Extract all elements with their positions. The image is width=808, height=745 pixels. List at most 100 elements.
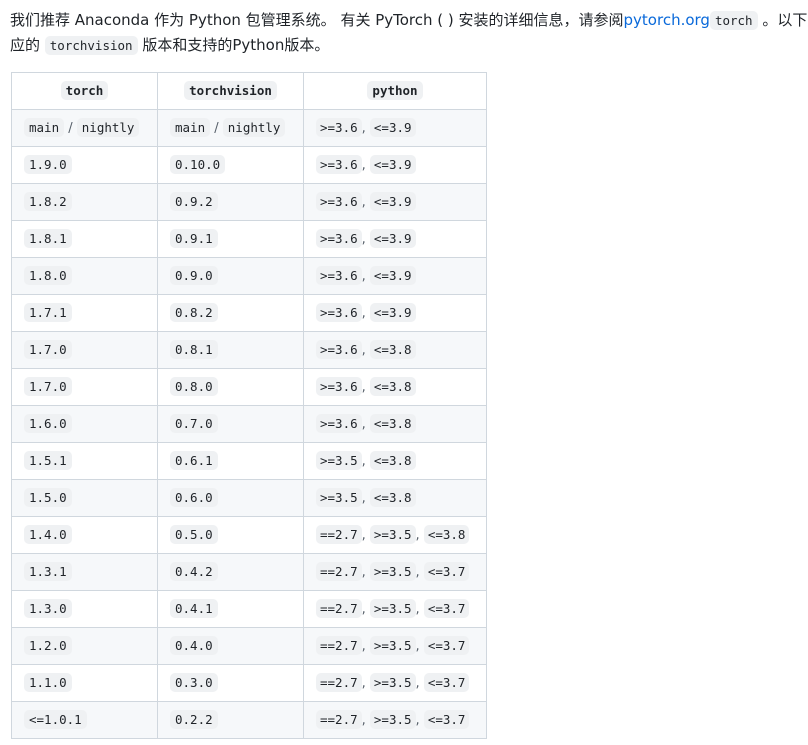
torch-cell: 1.8.1	[11, 220, 158, 258]
intro-tail: 。以下是相	[762, 11, 808, 29]
torch-value: 1.5.0	[24, 488, 72, 507]
torch-value: <=1.0.1	[24, 710, 87, 729]
python-cell: ==2.7, >=3.5, <=3.7	[303, 664, 487, 702]
python-cell: >=3.6, <=3.9	[303, 257, 487, 295]
table-row: 1.5.1 0.6.1 >=3.5, <=3.8	[11, 442, 487, 480]
python-value: <=3.9	[369, 266, 416, 285]
table-row: 1.7.0 0.8.0 >=3.6, <=3.8	[11, 368, 487, 406]
intro-text: 我们推荐 Anaconda 作为 Python 包管理系统。 有关 PyTorc…	[10, 11, 624, 29]
torchvision-value: 0.9.2	[170, 192, 218, 211]
torchvision-cell: 0.3.0	[157, 664, 304, 702]
separator: ,	[415, 528, 424, 543]
torchvision-cell: 0.6.0	[157, 479, 304, 517]
python-value: ==2.7	[316, 636, 362, 655]
torchvision-cell: 0.9.0	[157, 257, 304, 295]
torchvision-value: 0.9.0	[170, 266, 218, 285]
torchvision-value: 0.2.2	[170, 710, 218, 729]
torchvision-cell: 0.5.0	[157, 516, 304, 554]
table-row: 1.8.0 0.9.0 >=3.6, <=3.9	[11, 257, 487, 295]
python-cell: >=3.6, <=3.9	[303, 220, 487, 258]
torch-value: 1.2.0	[24, 636, 72, 655]
python-value: <=3.8	[423, 525, 470, 544]
python-value: <=3.9	[369, 192, 416, 211]
torchvision-value: 0.5.0	[170, 525, 218, 544]
python-value: <=3.9	[369, 118, 416, 137]
intro-suffix: 版本和支持的Python版本。	[137, 36, 330, 54]
table-row: 1.3.1 0.4.2 ==2.7, >=3.5, <=3.7	[11, 553, 487, 591]
separator: ,	[361, 639, 370, 654]
separator: ,	[415, 713, 424, 728]
torch-cell: 1.6.0	[11, 405, 158, 443]
table-row: 1.7.0 0.8.1 >=3.6, <=3.8	[11, 331, 487, 369]
separator: ,	[361, 269, 370, 284]
torchvision-cell: 0.4.1	[157, 590, 304, 628]
table-row: 1.1.0 0.3.0 ==2.7, >=3.5, <=3.7	[11, 664, 487, 702]
separator: /	[210, 121, 223, 136]
torchvision-cell: 0.8.0	[157, 368, 304, 406]
table-row: 1.7.1 0.8.2 >=3.6, <=3.9	[11, 294, 487, 332]
separator: ,	[361, 713, 370, 728]
intro-paragraph: 我们推荐 Anaconda 作为 Python 包管理系统。 有关 PyTorc…	[10, 8, 808, 58]
torchvision-cell: 0.6.1	[157, 442, 304, 480]
python-value: <=3.7	[423, 673, 470, 692]
separator: ,	[361, 306, 370, 321]
header-python-code: python	[367, 81, 423, 100]
torch-cell: 1.1.0	[11, 664, 158, 702]
torch-value: 1.3.0	[24, 599, 72, 618]
table-row: 1.8.1 0.9.1 >=3.6, <=3.9	[11, 220, 487, 258]
torch-cell: <=1.0.1	[11, 701, 158, 739]
python-cell: >=3.6, <=3.9	[303, 109, 487, 147]
torch-value: 1.7.1	[24, 303, 72, 322]
python-value: >=3.6	[316, 155, 362, 174]
torch-cell: 1.7.0	[11, 368, 158, 406]
torch-cell: 1.3.0	[11, 590, 158, 628]
python-value: <=3.7	[423, 636, 470, 655]
intro-prefix: 应的	[10, 36, 45, 54]
torchvision-cell: 0.9.2	[157, 183, 304, 221]
table-row: 1.8.2 0.9.2 >=3.6, <=3.9	[11, 183, 487, 221]
python-cell: >=3.6, <=3.9	[303, 183, 487, 221]
python-value: <=3.9	[369, 155, 416, 174]
separator: ,	[361, 121, 370, 136]
python-value: <=3.9	[369, 303, 416, 322]
torchvision-value: 0.4.0	[170, 636, 218, 655]
python-value: <=3.8	[369, 377, 416, 396]
python-cell: ==2.7, >=3.5, <=3.7	[303, 701, 487, 739]
torchvision-value: 0.7.0	[170, 414, 218, 433]
python-value: ==2.7	[316, 710, 362, 729]
separator: /	[64, 121, 77, 136]
python-value: >=3.5	[316, 488, 362, 507]
python-value: <=3.8	[369, 488, 416, 507]
python-value: >=3.6	[316, 229, 362, 248]
torch-cell: 1.5.0	[11, 479, 158, 517]
table-row: 1.6.0 0.7.0 >=3.6, <=3.8	[11, 405, 487, 443]
table-row: 1.2.0 0.4.0 ==2.7, >=3.5, <=3.7	[11, 627, 487, 665]
python-cell: >=3.5, <=3.8	[303, 442, 487, 480]
torch-cell: main / nightly	[11, 109, 158, 147]
python-value: >=3.6	[316, 303, 362, 322]
torchvision-cell: 0.4.2	[157, 553, 304, 591]
python-value: <=3.7	[423, 599, 470, 618]
separator: ,	[415, 602, 424, 617]
torchvision-value: 0.8.1	[170, 340, 218, 359]
pytorch-org-link[interactable]: pytorch.org	[624, 11, 710, 29]
torchvision-value: 0.9.1	[170, 229, 218, 248]
python-value: <=3.8	[369, 340, 416, 359]
separator: ,	[415, 639, 424, 654]
table-row: 1.5.0 0.6.0 >=3.5, <=3.8	[11, 479, 487, 517]
python-cell: >=3.6, <=3.9	[303, 146, 487, 184]
torch-cell: 1.7.0	[11, 331, 158, 369]
torch-value: 1.9.0	[24, 155, 72, 174]
separator: ,	[415, 676, 424, 691]
python-value: >=3.5	[369, 525, 416, 544]
separator: ,	[361, 676, 370, 691]
torchvision-cell: 0.9.1	[157, 220, 304, 258]
python-value: >=3.6	[316, 340, 362, 359]
separator: ,	[361, 232, 370, 247]
torch-cell: 1.7.1	[11, 294, 158, 332]
torchvision-value: 0.6.0	[170, 488, 218, 507]
table-body: main / nightly main / nightly >=3.6, <=3.9…	[11, 109, 487, 739]
python-value: ==2.7	[316, 599, 362, 618]
torchvision-cell: 0.2.2	[157, 701, 304, 739]
torchvision-value: 0.8.0	[170, 377, 218, 396]
